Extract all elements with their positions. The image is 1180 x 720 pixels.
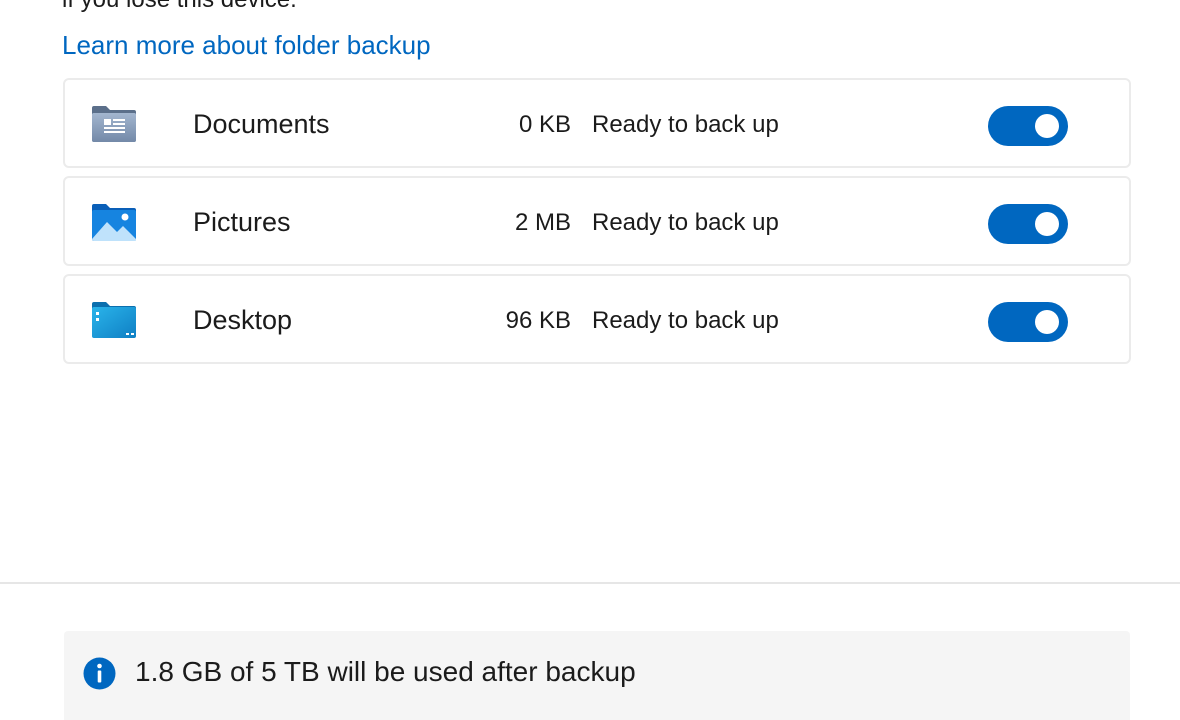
folder-list: Documents 0 KB Ready to back up Pictures… [63, 78, 1131, 372]
info-icon [83, 657, 116, 690]
toggle-knob [1035, 310, 1059, 334]
folder-row-documents: Documents 0 KB Ready to back up [63, 78, 1131, 168]
folder-size: 2 MB [514, 209, 571, 236]
desktop-backup-toggle[interactable] [988, 302, 1068, 342]
storage-info-bar: 1.8 GB of 5 TB will be used after backup [64, 631, 1130, 720]
learn-more-link[interactable]: Learn more about folder backup [62, 30, 431, 61]
folder-size: 0 KB [518, 111, 571, 138]
toggle-knob [1035, 114, 1059, 138]
pictures-backup-toggle[interactable] [988, 204, 1068, 244]
folder-status: Ready to back up [592, 111, 779, 138]
folder-name: Pictures [193, 207, 291, 237]
toggle-knob [1035, 212, 1059, 236]
folder-status: Ready to back up [592, 209, 779, 236]
folder-row-desktop: Desktop 96 KB Ready to back up [63, 274, 1131, 364]
folder-status: Ready to back up [592, 307, 779, 334]
documents-backup-toggle[interactable] [988, 106, 1068, 146]
intro-description: if you lose this device. [62, 0, 297, 14]
folder-size: 96 KB [505, 307, 571, 334]
folder-backup-page: if you lose this device. Learn more abou… [0, 0, 1180, 720]
folder-name: Documents [193, 109, 330, 139]
folder-name: Desktop [193, 305, 293, 335]
documents-folder-icon [92, 106, 136, 142]
folder-row-pictures: Pictures 2 MB Ready to back up [63, 176, 1131, 266]
footer-divider [0, 582, 1180, 584]
desktop-folder-icon [92, 302, 136, 338]
storage-usage-text: 1.8 GB of 5 TB will be used after backup [135, 656, 636, 687]
pictures-folder-icon [92, 204, 136, 241]
